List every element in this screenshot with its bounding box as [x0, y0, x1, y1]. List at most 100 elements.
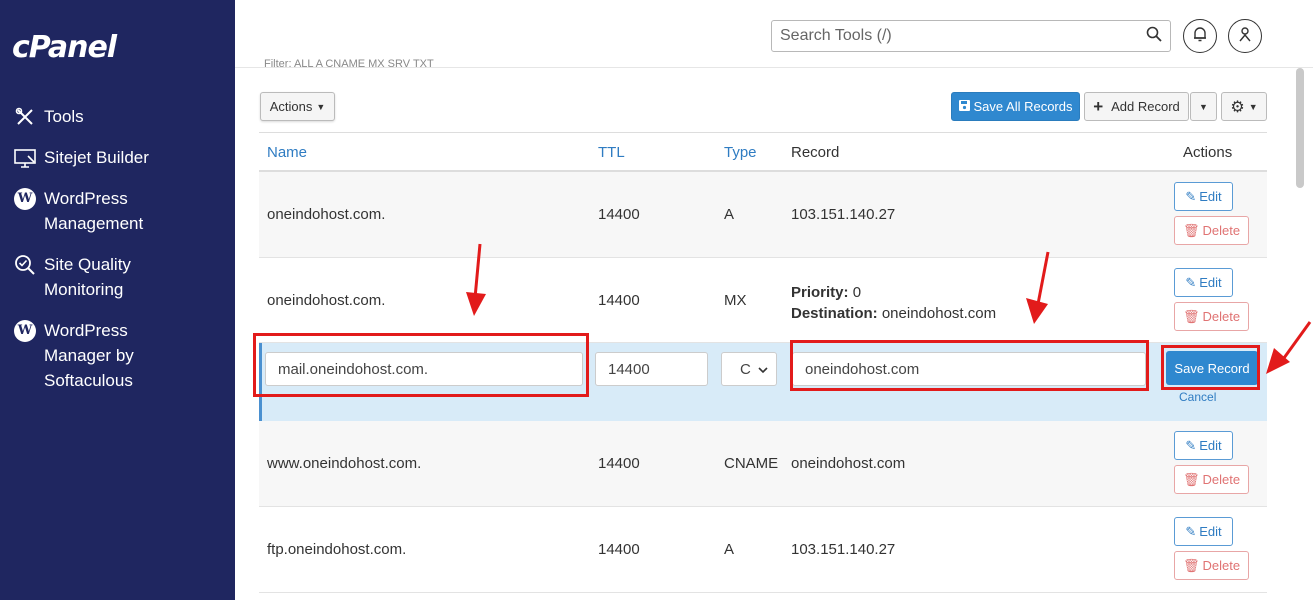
plus-icon: + — [1093, 96, 1104, 116]
type-select[interactable]: C — [721, 352, 777, 386]
sidebar-item-label: Site Quality Monitoring — [44, 255, 131, 299]
cancel-link[interactable]: Cancel — [1179, 390, 1216, 404]
save-all-records-button[interactable]: Save All Records — [951, 92, 1080, 121]
cpanel-logo[interactable]: cPanel — [12, 30, 117, 65]
site-quality-icon — [12, 252, 38, 277]
actions-dropdown-button[interactable]: Actions ▼ — [260, 92, 335, 121]
record-name: ftp.oneindohost.com. — [267, 541, 407, 558]
wordpress-icon: W — [12, 186, 38, 211]
sidebar-item-wordpress-manager[interactable]: W WordPress Manager by Softaculous — [12, 318, 194, 393]
table-row: www.oneindohost.com. 14400 CNAME oneindo… — [259, 421, 1267, 507]
record-ttl: 14400 — [598, 541, 640, 558]
gear-icon: ⚙ — [1230, 98, 1245, 116]
sidebar-item-wordpress-management[interactable]: W WordPress Management — [12, 186, 184, 236]
record-type: A — [724, 206, 735, 223]
trash-icon: 🗑 — [1182, 471, 1200, 487]
delete-label: Delete — [1202, 309, 1241, 324]
highlight-box-name — [253, 333, 589, 397]
sidebar-item-site-quality[interactable]: Site Quality Monitoring — [12, 252, 184, 302]
type-select-value: C — [740, 360, 751, 378]
table-header: Name TTL Type Record Actions — [259, 132, 1267, 172]
sidebar-item-tools[interactable]: Tools — [12, 104, 184, 129]
record-ttl: 14400 — [598, 455, 640, 472]
filter-strip: Filter: ALL A CNAME MX SRV TXT — [264, 58, 434, 68]
priority-label: Priority: — [791, 284, 849, 301]
record-value: oneindohost.com — [791, 455, 906, 472]
trash-icon: 🗑 — [1182, 308, 1200, 324]
delete-button[interactable]: 🗑 Delete — [1174, 465, 1249, 494]
caret-down-icon: ▼ — [316, 101, 326, 112]
add-record-dropdown-button[interactable]: ▼ — [1190, 92, 1217, 121]
pencil-icon: ✎ — [1185, 437, 1197, 453]
caret-down-icon: ▼ — [1248, 101, 1258, 112]
delete-label: Delete — [1202, 558, 1241, 573]
record-value: 103.151.140.27 — [791, 541, 896, 558]
edit-label: Edit — [1199, 438, 1222, 453]
delete-button[interactable]: 🗑 Delete — [1174, 551, 1249, 580]
edit-button[interactable]: ✎ Edit — [1174, 182, 1233, 211]
table-row: oneindohost.com. 14400 A 103.151.140.27 … — [259, 172, 1267, 258]
record-type: CNAME — [724, 455, 779, 472]
sidebar-item-label: Sitejet Builder — [44, 148, 149, 167]
record-value: 103.151.140.27 — [791, 206, 896, 223]
delete-label: Delete — [1202, 472, 1241, 487]
edit-label: Edit — [1199, 524, 1222, 539]
column-header-name[interactable]: Name — [267, 144, 307, 161]
table-row: oneindohost.com. 14400 MX Priority: 0 De… — [259, 258, 1267, 343]
highlight-box-record — [790, 340, 1149, 391]
notifications-button[interactable] — [1183, 19, 1217, 53]
search-icon[interactable] — [1146, 26, 1162, 47]
record-name: oneindohost.com. — [267, 206, 386, 223]
record-name: oneindohost.com. — [267, 292, 386, 309]
delete-label: Delete — [1202, 223, 1241, 238]
caret-down-icon: ▼ — [1199, 101, 1208, 112]
add-record-label: Add Record — [1111, 99, 1180, 114]
wordpress-icon: W — [12, 318, 38, 343]
column-header-record: Record — [791, 144, 840, 161]
edit-button[interactable]: ✎ Edit — [1174, 268, 1233, 297]
edit-button[interactable]: ✎ Edit — [1174, 431, 1233, 460]
edit-button[interactable]: ✎ Edit — [1174, 517, 1233, 546]
highlight-box-save — [1161, 345, 1260, 390]
search-placeholder: Search Tools (/) — [780, 27, 892, 44]
record-type: MX — [724, 292, 747, 309]
save-all-label: Save All Records — [973, 99, 1073, 114]
record-type: A — [724, 541, 735, 558]
record-ttl: 14400 — [598, 206, 640, 223]
ttl-input[interactable]: 14400 — [595, 352, 708, 386]
search-input[interactable]: Search Tools (/) — [771, 20, 1171, 52]
delete-button[interactable]: 🗑 Delete — [1174, 302, 1249, 331]
trash-icon: 🗑 — [1182, 222, 1200, 238]
destination-value: oneindohost.com — [881, 305, 997, 322]
column-header-type[interactable]: Type — [724, 144, 757, 161]
mx-record-details: Priority: 0 Destination: oneindohost.com — [791, 282, 996, 324]
chevron-down-icon — [758, 361, 768, 378]
destination-label: Destination: — [791, 305, 878, 322]
arrow-annotation — [1266, 321, 1312, 374]
sidebar-item-label: Tools — [44, 107, 84, 126]
sitejet-icon — [12, 145, 38, 170]
record-name: www.oneindohost.com. — [267, 455, 422, 472]
trash-icon: 🗑 — [1182, 557, 1200, 573]
record-ttl: 14400 — [598, 292, 640, 309]
edit-label: Edit — [1199, 189, 1222, 204]
sidebar-item-label: WordPress Management — [44, 189, 144, 233]
user-icon — [1238, 26, 1252, 47]
sidebar-item-sitejet[interactable]: Sitejet Builder — [12, 145, 184, 170]
scrollbar[interactable] — [1296, 68, 1304, 188]
add-record-button[interactable]: + Add Record — [1084, 92, 1189, 121]
priority-value: 0 — [852, 284, 862, 301]
edit-label: Edit — [1199, 275, 1222, 290]
bell-icon — [1193, 26, 1207, 47]
table-row: ftp.oneindohost.com. 14400 A 103.151.140… — [259, 507, 1267, 593]
arrow-annotation — [1026, 251, 1050, 324]
arrow-annotation — [466, 243, 486, 316]
pencil-icon: ✎ — [1185, 188, 1197, 204]
user-menu-button[interactable] — [1228, 19, 1262, 53]
settings-dropdown-button[interactable]: ⚙ ▼ — [1221, 92, 1267, 121]
delete-button[interactable]: 🗑 Delete — [1174, 216, 1249, 245]
save-icon — [958, 99, 970, 114]
column-header-ttl[interactable]: TTL — [598, 144, 625, 161]
tools-icon — [12, 104, 38, 129]
pencil-icon: ✎ — [1185, 523, 1197, 539]
